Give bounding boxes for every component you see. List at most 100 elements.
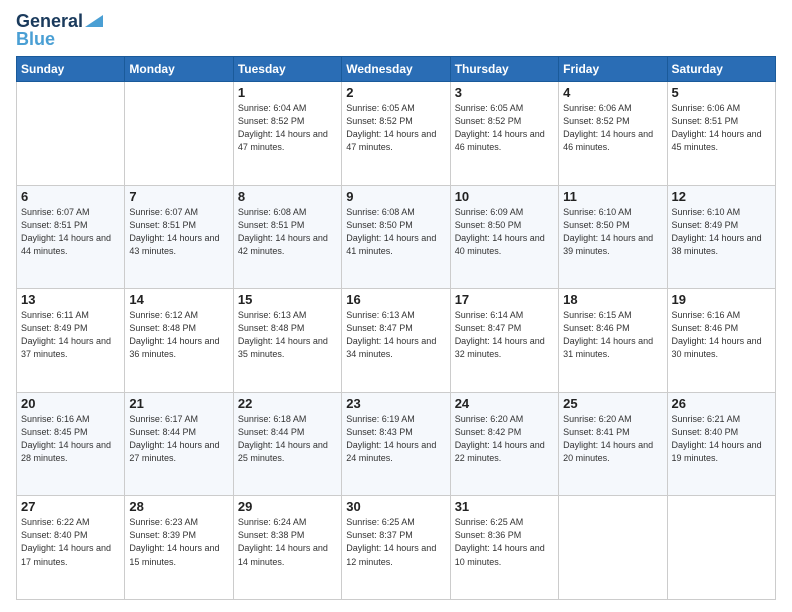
day-info: Sunrise: 6:05 AM Sunset: 8:52 PM Dayligh…: [455, 102, 554, 154]
day-info: Sunrise: 6:13 AM Sunset: 8:48 PM Dayligh…: [238, 309, 337, 361]
calendar-cell: 14Sunrise: 6:12 AM Sunset: 8:48 PM Dayli…: [125, 289, 233, 393]
day-number: 30: [346, 499, 445, 514]
calendar-header-wednesday: Wednesday: [342, 57, 450, 82]
calendar-cell: 5 Sunrise: 6:06 AM Sunset: 8:51 PM Daylig…: [667, 82, 775, 186]
day-number: 27: [21, 499, 120, 514]
calendar-cell: 23 Sunrise: 6:19 AM Sunset: 8:43 PM Dayli…: [342, 392, 450, 496]
day-number: 10: [455, 189, 554, 204]
day-number: 24: [455, 396, 554, 411]
calendar-cell: [17, 82, 125, 186]
calendar-cell: 25Sunrise: 6:20 AM Sunset: 8:41 PM Dayli…: [559, 392, 667, 496]
day-info: Sunrise: 6:06 AM Sunset: 8:52 PM Dayligh…: [563, 102, 662, 154]
calendar-cell: 30Sunrise: 6:25 AM Sunset: 8:37 PM Dayli…: [342, 496, 450, 600]
day-number: 14: [129, 292, 228, 307]
calendar-cell: 10Sunrise: 6:09 AM Sunset: 8:50 PM Dayli…: [450, 185, 558, 289]
day-info: Sunrise: 6:23 AM Sunset: 8:39 PM Dayligh…: [129, 516, 228, 568]
day-number: 1: [238, 85, 337, 100]
calendar-header-saturday: Saturday: [667, 57, 775, 82]
day-info: Sunrise: 6:10 AM Sunset: 8:49 PM Dayligh…: [672, 206, 771, 258]
logo-icon: [85, 15, 103, 27]
day-info: Sunrise: 6:04 AM Sunset: 8:52 PM Dayligh…: [238, 102, 337, 154]
calendar-cell: 18 Sunrise: 6:15 AM Sunset: 8:46 PM Dayli…: [559, 289, 667, 393]
calendar-cell: [559, 496, 667, 600]
day-number: 3: [455, 85, 554, 100]
calendar-week-row: 1 Sunrise: 6:04 AM Sunset: 8:52 PM Daylig…: [17, 82, 776, 186]
calendar-header-row: SundayMondayTuesdayWednesdayThursdayFrid…: [17, 57, 776, 82]
calendar-cell: 2 Sunrise: 6:05 AM Sunset: 8:52 PM Daylig…: [342, 82, 450, 186]
calendar-cell: 27 Sunrise: 6:22 AM Sunset: 8:40 PM Dayli…: [17, 496, 125, 600]
calendar-cell: 11 Sunrise: 6:10 AM Sunset: 8:50 PM Dayli…: [559, 185, 667, 289]
day-info: Sunrise: 6:22 AM Sunset: 8:40 PM Dayligh…: [21, 516, 120, 568]
day-info: Sunrise: 6:07 AM Sunset: 8:51 PM Dayligh…: [129, 206, 228, 258]
day-number: 20: [21, 396, 120, 411]
day-number: 8: [238, 189, 337, 204]
day-number: 12: [672, 189, 771, 204]
day-number: 5: [672, 85, 771, 100]
calendar-header-monday: Monday: [125, 57, 233, 82]
day-info: Sunrise: 6:19 AM Sunset: 8:43 PM Dayligh…: [346, 413, 445, 465]
calendar-cell: [125, 82, 233, 186]
calendar-cell: 22Sunrise: 6:18 AM Sunset: 8:44 PM Dayli…: [233, 392, 341, 496]
day-info: Sunrise: 6:15 AM Sunset: 8:46 PM Dayligh…: [563, 309, 662, 361]
day-info: Sunrise: 6:05 AM Sunset: 8:52 PM Dayligh…: [346, 102, 445, 154]
day-number: 17: [455, 292, 554, 307]
day-info: Sunrise: 6:17 AM Sunset: 8:44 PM Dayligh…: [129, 413, 228, 465]
calendar-cell: 6 Sunrise: 6:07 AM Sunset: 8:51 PM Daylig…: [17, 185, 125, 289]
calendar-cell: 17Sunrise: 6:14 AM Sunset: 8:47 PM Dayli…: [450, 289, 558, 393]
calendar-cell: 29Sunrise: 6:24 AM Sunset: 8:38 PM Dayli…: [233, 496, 341, 600]
day-info: Sunrise: 6:08 AM Sunset: 8:51 PM Dayligh…: [238, 206, 337, 258]
day-info: Sunrise: 6:07 AM Sunset: 8:51 PM Dayligh…: [21, 206, 120, 258]
day-number: 2: [346, 85, 445, 100]
calendar-cell: 8 Sunrise: 6:08 AM Sunset: 8:51 PM Daylig…: [233, 185, 341, 289]
calendar-table: SundayMondayTuesdayWednesdayThursdayFrid…: [16, 56, 776, 600]
calendar-cell: 31Sunrise: 6:25 AM Sunset: 8:36 PM Dayli…: [450, 496, 558, 600]
day-info: Sunrise: 6:10 AM Sunset: 8:50 PM Dayligh…: [563, 206, 662, 258]
day-info: Sunrise: 6:21 AM Sunset: 8:40 PM Dayligh…: [672, 413, 771, 465]
calendar-header-friday: Friday: [559, 57, 667, 82]
calendar-cell: 15 Sunrise: 6:13 AM Sunset: 8:48 PM Dayli…: [233, 289, 341, 393]
day-info: Sunrise: 6:13 AM Sunset: 8:47 PM Dayligh…: [346, 309, 445, 361]
day-number: 22: [238, 396, 337, 411]
calendar-cell: 19Sunrise: 6:16 AM Sunset: 8:46 PM Dayli…: [667, 289, 775, 393]
calendar-header-sunday: Sunday: [17, 57, 125, 82]
logo: GeneralBlue: [16, 12, 103, 48]
calendar-cell: 12 Sunrise: 6:10 AM Sunset: 8:49 PM Dayli…: [667, 185, 775, 289]
calendar-cell: 21Sunrise: 6:17 AM Sunset: 8:44 PM Dayli…: [125, 392, 233, 496]
day-info: Sunrise: 6:20 AM Sunset: 8:42 PM Dayligh…: [455, 413, 554, 465]
day-number: 15: [238, 292, 337, 307]
logo-blue: Blue: [16, 29, 55, 49]
calendar-cell: [667, 496, 775, 600]
day-number: 4: [563, 85, 662, 100]
calendar-cell: 13 Sunrise: 6:11 AM Sunset: 8:49 PM Dayli…: [17, 289, 125, 393]
day-number: 25: [563, 396, 662, 411]
calendar-cell: 26Sunrise: 6:21 AM Sunset: 8:40 PM Dayli…: [667, 392, 775, 496]
day-number: 23: [346, 396, 445, 411]
page: GeneralBlue SundayMondayTuesdayWednesday…: [0, 0, 792, 612]
logo-text: GeneralBlue: [16, 12, 83, 48]
calendar-cell: 20 Sunrise: 6:16 AM Sunset: 8:45 PM Dayli…: [17, 392, 125, 496]
calendar-week-row: 6 Sunrise: 6:07 AM Sunset: 8:51 PM Daylig…: [17, 185, 776, 289]
calendar-header-tuesday: Tuesday: [233, 57, 341, 82]
day-number: 29: [238, 499, 337, 514]
day-info: Sunrise: 6:16 AM Sunset: 8:46 PM Dayligh…: [672, 309, 771, 361]
calendar-week-row: 13 Sunrise: 6:11 AM Sunset: 8:49 PM Dayli…: [17, 289, 776, 393]
day-number: 6: [21, 189, 120, 204]
day-info: Sunrise: 6:06 AM Sunset: 8:51 PM Dayligh…: [672, 102, 771, 154]
day-info: Sunrise: 6:08 AM Sunset: 8:50 PM Dayligh…: [346, 206, 445, 258]
calendar-cell: 3 Sunrise: 6:05 AM Sunset: 8:52 PM Daylig…: [450, 82, 558, 186]
calendar-cell: 28 Sunrise: 6:23 AM Sunset: 8:39 PM Dayli…: [125, 496, 233, 600]
day-number: 9: [346, 189, 445, 204]
day-number: 13: [21, 292, 120, 307]
day-number: 18: [563, 292, 662, 307]
day-number: 7: [129, 189, 228, 204]
day-number: 28: [129, 499, 228, 514]
day-info: Sunrise: 6:25 AM Sunset: 8:36 PM Dayligh…: [455, 516, 554, 568]
calendar-header-thursday: Thursday: [450, 57, 558, 82]
calendar-week-row: 20 Sunrise: 6:16 AM Sunset: 8:45 PM Dayli…: [17, 392, 776, 496]
day-info: Sunrise: 6:11 AM Sunset: 8:49 PM Dayligh…: [21, 309, 120, 361]
day-number: 16: [346, 292, 445, 307]
header: GeneralBlue: [16, 12, 776, 48]
day-info: Sunrise: 6:16 AM Sunset: 8:45 PM Dayligh…: [21, 413, 120, 465]
day-number: 11: [563, 189, 662, 204]
calendar-cell: 24 Sunrise: 6:20 AM Sunset: 8:42 PM Dayli…: [450, 392, 558, 496]
